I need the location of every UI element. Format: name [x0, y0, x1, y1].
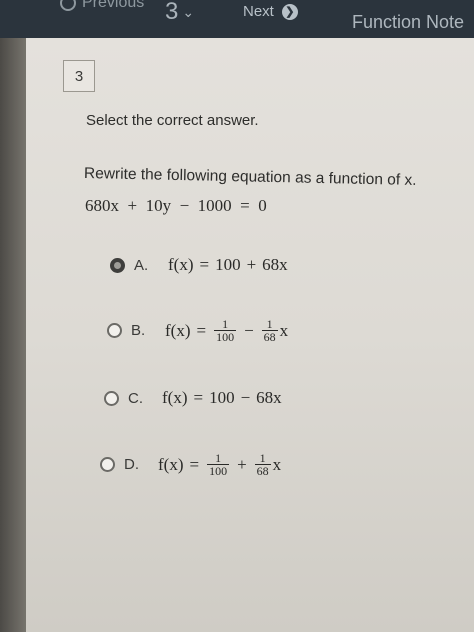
previous-arrow-icon: [60, 0, 76, 11]
previous-label: Previous: [82, 0, 145, 11]
equals-sign: =: [196, 320, 207, 340]
option-expression: f(x) = 1 100 − 1 68 x: [165, 318, 288, 343]
operator: +: [246, 255, 257, 274]
fraction-1: 1 100: [214, 317, 237, 344]
term-1: 100: [209, 388, 235, 407]
fraction-numerator: 1: [222, 317, 229, 331]
chevron-down-icon: ⌄: [182, 3, 195, 20]
fraction-numerator: 1: [266, 317, 273, 331]
top-navigation-bar: Previous 3 ⌄ Next ❯ Function Note: [0, 0, 474, 38]
option-expression: f(x) = 100 − 68x: [162, 388, 282, 408]
operator: −: [244, 320, 254, 340]
option-letter: C.: [128, 389, 143, 407]
radio-button-b[interactable]: [107, 323, 122, 338]
question-number-badge: 3: [63, 60, 95, 92]
operator: +: [237, 454, 247, 474]
function-lhs: f(x): [168, 255, 194, 274]
variable: x: [279, 320, 289, 340]
equals-sign: =: [193, 388, 204, 407]
next-button[interactable]: Next ❯: [243, 3, 298, 20]
term-2: 68x: [256, 388, 282, 407]
fraction-numerator: 1: [215, 451, 222, 465]
fraction-1: 1 100: [207, 451, 230, 478]
function-lhs: f(x): [165, 320, 191, 340]
instruction-text: Select the correct answer.: [86, 112, 259, 129]
fraction-denominator: 100: [207, 464, 230, 478]
screen-edge: [0, 38, 26, 632]
fraction-numerator: 1: [259, 451, 266, 465]
next-label: Next: [243, 3, 274, 20]
fraction-denominator: 100: [214, 330, 237, 344]
function-lhs: f(x): [158, 454, 184, 474]
fraction-2: 1 68: [254, 451, 271, 478]
answer-option-c[interactable]: C. f(x) = 100 − 68x: [104, 388, 282, 408]
question-selector[interactable]: 3 ⌄: [165, 0, 194, 26]
radio-button-c[interactable]: [104, 390, 119, 406]
option-expression: f(x) = 100 + 68x: [168, 255, 288, 275]
operator: −: [240, 388, 251, 407]
term-1: 100: [215, 255, 241, 274]
answer-option-a[interactable]: A. f(x) = 100 + 68x: [110, 255, 288, 275]
radio-button-d[interactable]: [100, 457, 115, 472]
previous-button[interactable]: Previous: [60, 0, 144, 12]
fraction-denominator: 68: [254, 464, 271, 478]
option-letter: A.: [134, 256, 149, 274]
radio-button-a[interactable]: [110, 257, 125, 273]
function-notes-tab[interactable]: Function Note: [352, 12, 464, 33]
variable: x: [272, 454, 282, 474]
question-selector-number: 3: [165, 0, 179, 25]
answer-option-b[interactable]: B. f(x) = 1 100 − 1 68 x: [107, 318, 288, 343]
option-letter: B.: [131, 322, 146, 339]
next-arrow-icon: ❯: [281, 3, 298, 20]
equals-sign: =: [199, 255, 210, 274]
fraction-denominator: 68: [261, 330, 278, 344]
given-equation: 680x + 10y − 1000 = 0: [85, 196, 267, 215]
equals-sign: =: [189, 454, 200, 474]
fraction-2: 1 68: [261, 317, 278, 344]
option-letter: D.: [124, 456, 139, 473]
function-lhs: f(x): [162, 388, 188, 407]
term-2: 68x: [262, 255, 288, 274]
answer-option-d[interactable]: D. f(x) = 1 100 + 1 68 x: [100, 452, 281, 477]
option-expression: f(x) = 1 100 + 1 68 x: [158, 452, 281, 477]
